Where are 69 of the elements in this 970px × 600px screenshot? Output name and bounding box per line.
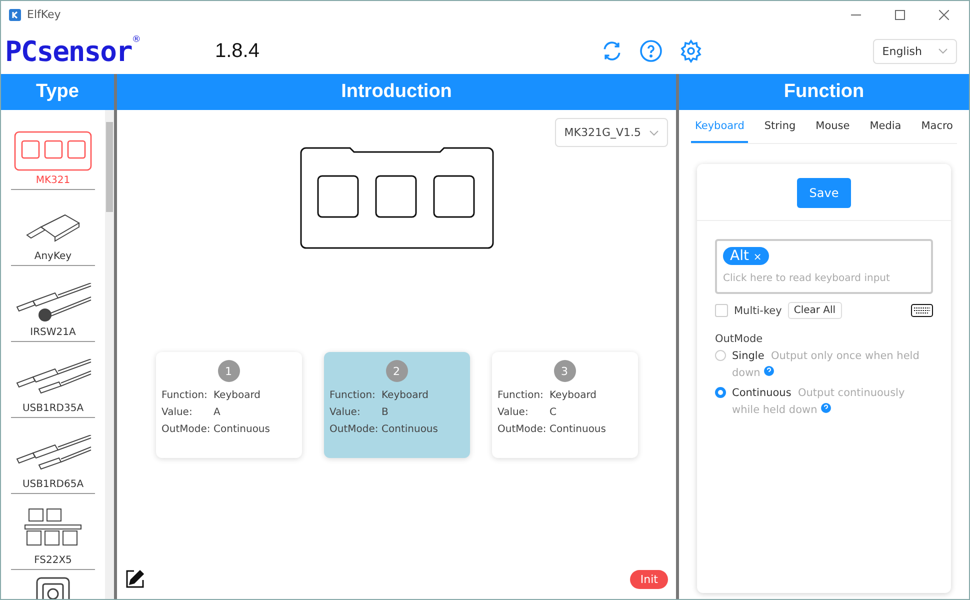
field-value: Continuous	[382, 424, 439, 435]
field-value: Keyboard	[214, 390, 262, 401]
field-label: OutMode:	[330, 424, 380, 435]
field-value: Continuous	[214, 424, 271, 435]
panel-header: Function	[679, 74, 969, 110]
settings-icon[interactable]	[679, 39, 704, 63]
device-item[interactable]: USB1RD65A	[11, 418, 95, 494]
function-tab[interactable]: Macro	[917, 110, 957, 143]
field-label: OutMode:	[162, 424, 212, 435]
option-text: Continuous Output continuously while held down	[732, 386, 906, 418]
field-label: Function:	[330, 390, 376, 401]
device-label: USB1RD35A	[22, 403, 84, 414]
help-icon[interactable]	[764, 366, 774, 376]
edit-icon[interactable]	[125, 569, 145, 589]
language-select[interactable]: English	[873, 38, 957, 64]
field-label: Function:	[162, 390, 208, 401]
key-card[interactable]: 1 Function: Keyboard Value: A OutMode: Continuous	[156, 352, 302, 458]
maximize-icon[interactable]	[895, 10, 905, 20]
checkbox[interactable]	[715, 304, 728, 317]
field-label: Function:	[498, 390, 544, 401]
field-value: Keyboard	[382, 390, 430, 401]
key-number: 2	[386, 360, 408, 382]
window-title: ElfKey	[27, 8, 61, 21]
chevron-down-icon	[938, 48, 948, 54]
init-button[interactable]: Init	[630, 570, 668, 588]
field-value: B	[382, 407, 390, 418]
device-item[interactable]: USB1RD35A	[11, 342, 95, 418]
checkbox-label: Multi-key	[734, 304, 782, 316]
field-label: Value:	[498, 407, 530, 418]
key-card[interactable]: 2 Function: Keyboard Value: B OutMode: Continuous	[324, 352, 470, 458]
field-label: OutMode:	[498, 424, 548, 435]
radio-button[interactable]	[715, 350, 726, 361]
registered-mark: ®	[132, 34, 141, 44]
field-label: Value:	[162, 407, 194, 418]
help-icon[interactable]	[820, 403, 831, 413]
device-item[interactable]: FS22X5	[11, 494, 95, 570]
key-card[interactable]: 3 Function: Keyboard Value: C OutMode: Continuous	[492, 352, 638, 458]
radio-button[interactable]	[715, 387, 726, 398]
device-label: AnyKey	[34, 251, 72, 262]
field-value: Keyboard	[550, 390, 598, 401]
panel-header: Type	[1, 74, 114, 110]
scrollbar[interactable]	[105, 110, 114, 599]
field-value: A	[214, 407, 222, 418]
section-label: OutMode	[715, 333, 764, 345]
help-icon[interactable]	[639, 39, 664, 63]
device-item[interactable]: IRSW21A	[11, 266, 95, 342]
field-value: Continuous	[550, 424, 607, 435]
keyboard-icon[interactable]	[911, 304, 933, 317]
chevron-down-icon	[649, 130, 659, 136]
device-label: FS22X5	[34, 555, 72, 566]
device-label: MK321	[36, 175, 70, 186]
function-tab[interactable]: String	[760, 110, 800, 143]
device-label: IRSW21A	[30, 327, 76, 338]
key-number: 1	[218, 360, 240, 382]
app-icon	[9, 8, 21, 20]
device-item[interactable]: AnyKey	[11, 190, 95, 266]
function-tab[interactable]: Mouse	[812, 110, 854, 143]
function-tab[interactable]: Media	[866, 110, 906, 143]
clear-all-button[interactable]: Clear All	[788, 302, 842, 319]
model-select[interactable]: MK321G_V1.5	[555, 118, 668, 147]
option-text: Single Output only once when held down	[732, 349, 920, 381]
panel-header: Introduction	[117, 74, 676, 110]
field-label: Value:	[330, 407, 362, 418]
brand-logo: PCsensor	[5, 34, 132, 68]
device-label: USB1RD65A	[22, 479, 84, 490]
close-icon[interactable]	[939, 10, 949, 20]
version-number: 1.8.4	[215, 40, 260, 62]
key-number: 3	[554, 360, 576, 382]
field-value: C	[550, 407, 558, 418]
